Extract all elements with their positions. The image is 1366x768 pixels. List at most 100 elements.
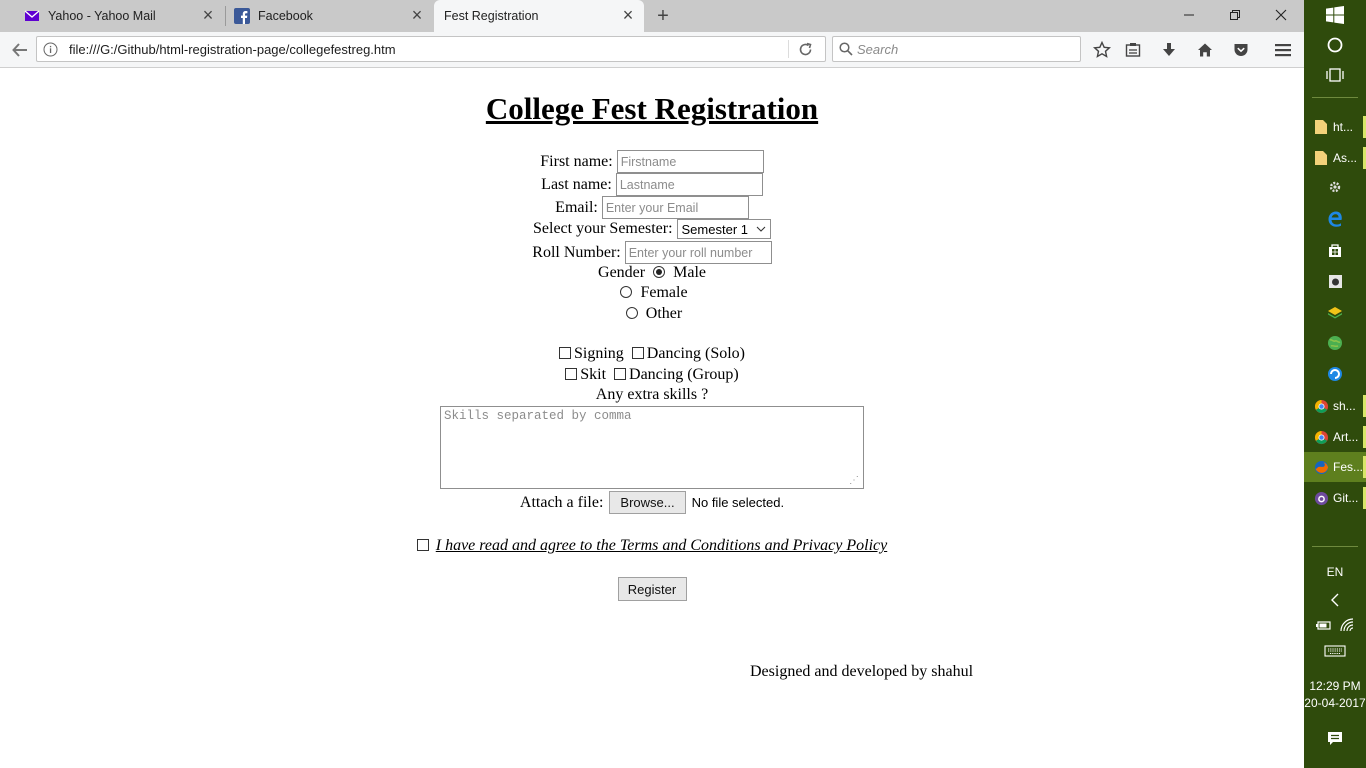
action-center-button[interactable] [1304,726,1366,752]
tab-yahoo-mail[interactable]: Yahoo - Yahoo Mail × [0,0,224,32]
bookmark-button[interactable] [1090,38,1114,62]
taskbar-pinned-firefox-dev[interactable] [1304,361,1366,387]
search-icon [839,42,853,56]
gender-row: Gender Male [0,264,1304,282]
taskbar-item-chrome-sh[interactable]: sh... [1304,391,1366,421]
first-name-row: First name: [0,150,1304,173]
page-title: College Fest Registration [485,91,819,126]
restore-button[interactable] [1212,0,1258,30]
touch-keyboard-button[interactable] [1304,638,1366,664]
taskbar-pinned-bluestacks[interactable] [1304,299,1366,325]
start-button[interactable] [1304,2,1366,28]
tray-icons [1304,612,1366,638]
gender-female-label: Female [640,284,688,301]
task-view-button[interactable] [1304,62,1366,88]
yahoo-mail-icon [24,10,40,21]
pocket-button[interactable] [1229,38,1253,62]
taskbar-item-label: As... [1333,151,1358,165]
taskbar-item-chrome-art[interactable]: Art... [1304,422,1366,452]
events-row-2: Skit Dancing (Group) [0,366,1304,384]
tab-title: Fest Registration [444,9,539,23]
gender-female-row: Female [0,284,1304,302]
windows-logo-icon [1326,6,1344,24]
downloads-button[interactable] [1157,38,1181,62]
taskbar-pinned-app[interactable] [1304,268,1366,294]
task-view-icon [1326,68,1344,82]
taskbar-pinned-globe[interactable] [1304,330,1366,356]
browser-window: Yahoo - Yahoo Mail × Facebook × Fest Reg… [0,0,1304,768]
tab-facebook[interactable]: Facebook × [226,0,433,32]
browse-button[interactable]: Browse... [609,491,686,514]
skills-textarea[interactable] [440,406,864,489]
events-row-1: Signing Dancing (Solo) [0,345,1304,363]
language-indicator[interactable]: EN [1304,559,1366,585]
address-bar[interactable]: file:///G:/Github/html-registration-page… [36,36,826,62]
taskbar-pinned-edge[interactable] [1304,206,1366,232]
search-input[interactable] [857,40,1072,58]
close-icon[interactable]: × [409,6,425,24]
page-content: College Fest Registration First name: La… [0,69,1304,768]
terms-checkbox[interactable] [416,539,429,551]
chrome-icon [1313,429,1329,445]
semester-row: Select your Semester: Semester 1 [0,219,1304,239]
event-skit-label: Skit [580,366,607,383]
taskbar-pinned-store[interactable] [1304,237,1366,263]
gender-other-radio[interactable] [625,307,638,319]
taskbar-item-github[interactable]: Git... [1304,483,1366,513]
tab-strip: Yahoo - Yahoo Mail × Facebook × Fest Reg… [0,0,1304,32]
last-name-row: Last name: [0,173,1304,196]
taskbar-item-label: Fes... [1333,460,1364,474]
taskbar-item-folder-html[interactable]: ht... [1304,112,1366,142]
wifi-icon[interactable] [1340,618,1354,632]
star-icon [1093,41,1111,58]
new-tab-button[interactable]: + [652,5,674,27]
gender-male-radio[interactable] [653,266,666,278]
search-bar[interactable] [832,36,1081,62]
close-window-button[interactable] [1258,0,1304,30]
chevron-left-icon [1331,593,1339,607]
gender-male-label: Male [673,264,706,281]
close-icon[interactable]: × [620,6,636,24]
taskbar-item-folder-as[interactable]: As... [1304,143,1366,173]
reload-icon[interactable] [798,42,813,57]
event-signing-checkbox[interactable] [559,347,571,359]
register-button[interactable]: Register [617,577,687,601]
terms-row: I have read and agree to the Terms and C… [0,537,1304,555]
register-row: Register [0,577,1304,601]
home-button[interactable] [1193,38,1217,62]
event-dancing-group-checkbox[interactable] [614,368,627,380]
first-name-input[interactable] [616,150,764,173]
hamburger-menu-icon [1275,44,1291,57]
roll-number-input[interactable] [624,241,772,264]
event-signing-label: Signing [574,345,624,362]
email-input[interactable] [601,196,749,219]
taskbar-item-firefox-fes[interactable]: Fes... [1304,452,1366,482]
download-arrow-icon [1163,43,1175,56]
taskbar-item-label: Git... [1333,491,1359,505]
home-icon [1198,43,1212,57]
event-skit-checkbox[interactable] [565,368,578,380]
taskbar-item-label: Art... [1333,430,1359,444]
last-name-input[interactable] [615,173,763,196]
reading-list-button[interactable] [1121,38,1145,62]
tab-fest-registration[interactable]: Fest Registration × [434,0,644,32]
gender-female-radio[interactable] [620,286,633,298]
minimize-button[interactable] [1166,0,1212,30]
taskbar-pinned-settings[interactable] [1304,174,1366,200]
restore-icon [1230,10,1240,20]
event-dancing-solo-checkbox[interactable] [631,347,644,359]
menu-button[interactable] [1271,38,1295,62]
terms-link[interactable]: I have read and agree to the Terms and C… [436,537,887,554]
gender-label: Gender [598,264,646,281]
resize-grip-icon[interactable]: ⋰ [849,475,861,487]
navigation-bar: file:///G:/Github/html-registration-page… [0,32,1304,68]
info-icon[interactable] [43,42,58,57]
close-icon[interactable]: × [200,6,216,24]
battery-icon[interactable] [1316,619,1332,631]
clock-date[interactable]: 20-04-2017 [1304,690,1366,716]
back-button[interactable] [8,38,32,62]
cortana-button[interactable] [1304,32,1366,58]
browser-swirl-icon [1328,367,1342,381]
show-hidden-icons-button[interactable] [1304,587,1366,613]
semester-select[interactable]: Semester 1 [676,219,771,239]
